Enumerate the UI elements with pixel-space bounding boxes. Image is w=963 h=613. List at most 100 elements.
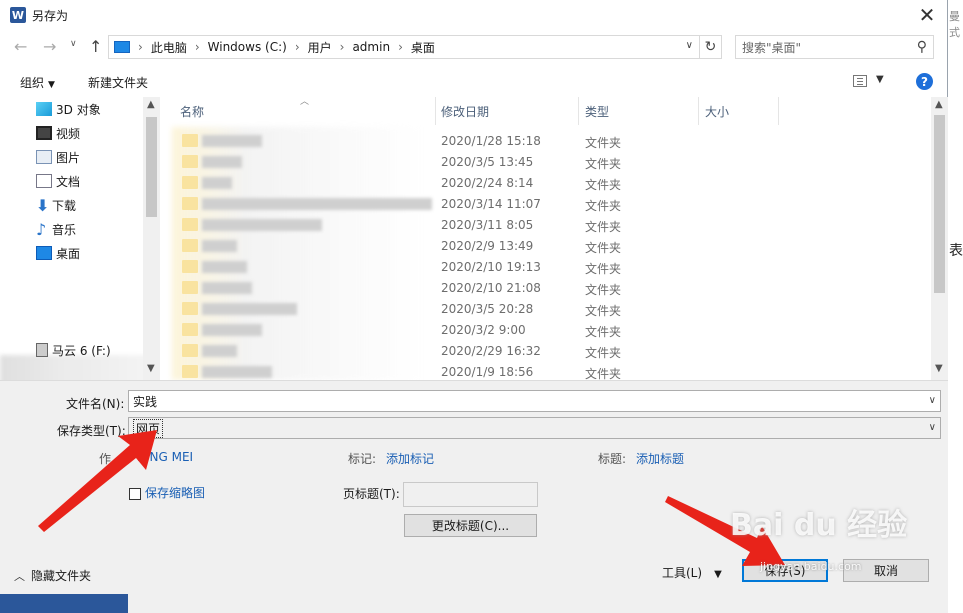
- column-header-name[interactable]: 名称: [180, 97, 204, 125]
- table-row[interactable]: 2020/3/2 9:00 文件夹: [162, 320, 932, 341]
- sidebar-scrollbar[interactable]: ▲ ▼: [143, 97, 160, 380]
- author-value[interactable]: NING MEI: [137, 450, 193, 464]
- navigation-bar: ← → ∨ ↑ › 此电脑 › Windows (C:) › 用户 › admi…: [0, 33, 948, 61]
- close-button[interactable]: ✕: [912, 2, 942, 28]
- caret-down-icon[interactable]: ▼: [876, 74, 884, 85]
- add-title-link[interactable]: 添加标题: [636, 450, 684, 467]
- row-date: 2020/1/28 15:18: [441, 134, 541, 148]
- table-row[interactable]: 2020/2/24 8:14 文件夹: [162, 173, 932, 194]
- change-title-button[interactable]: 更改标题(C)...: [404, 514, 537, 537]
- search-input[interactable]: 搜索"桌面" ⚲: [735, 35, 934, 59]
- scroll-down-icon[interactable]: ▼: [935, 363, 943, 374]
- redacted-filename: [202, 240, 237, 252]
- scroll-down-icon[interactable]: ▼: [147, 363, 155, 374]
- filename-field[interactable]: 实践 ∨: [128, 390, 941, 412]
- hide-folders-toggle[interactable]: ︿ 隐藏文件夹: [14, 567, 91, 584]
- folder-icon: [182, 365, 198, 378]
- scrollbar-thumb[interactable]: [934, 115, 945, 293]
- scroll-up-icon[interactable]: ▲: [935, 99, 943, 110]
- pictures-icon: [36, 150, 52, 164]
- background-window-edge: 曼式 表: [949, 0, 963, 613]
- new-folder-button[interactable]: 新建文件夹: [88, 74, 148, 91]
- table-row[interactable]: 2020/2/10 19:13 文件夹: [162, 257, 932, 278]
- redacted-filename: [202, 303, 297, 315]
- address-bar[interactable]: › 此电脑 › Windows (C:) › 用户 › admin › 桌面 ∨: [108, 35, 700, 59]
- chevron-up-icon: ︿: [14, 569, 25, 583]
- sidebar-item-drive-f[interactable]: 马云 6 (F:): [36, 340, 111, 360]
- this-pc-icon: [114, 41, 130, 53]
- chevron-down-icon[interactable]: ∨: [929, 422, 936, 433]
- sidebar-item-music[interactable]: ♪ 音乐: [36, 219, 76, 239]
- table-row[interactable]: 2020/1/9 18:56 文件夹: [162, 362, 932, 380]
- row-type: 文件夹: [585, 325, 622, 339]
- breadcrumb-admin[interactable]: admin: [352, 40, 390, 54]
- up-arrow-icon[interactable]: ↑: [89, 37, 102, 56]
- word-app-icon: W: [10, 7, 26, 23]
- view-options-icon[interactable]: [853, 75, 867, 87]
- table-row[interactable]: 2020/3/5 20:28 文件夹: [162, 299, 932, 320]
- row-date: 2020/2/9 13:49: [441, 239, 534, 253]
- column-header-date[interactable]: 修改日期: [441, 97, 489, 125]
- chevron-right-icon[interactable]: ›: [398, 40, 403, 54]
- add-tags-link[interactable]: 添加标记: [386, 450, 434, 467]
- sidebar-item-3d-objects[interactable]: 3D 对象: [36, 99, 101, 119]
- column-divider[interactable]: [435, 97, 436, 125]
- download-icon: ⬇: [36, 195, 50, 215]
- help-icon[interactable]: ?: [916, 73, 933, 90]
- recent-locations-icon[interactable]: ∨: [70, 39, 77, 49]
- sidebar-item-label: 马云 6 (F:): [52, 343, 111, 358]
- sidebar-item-documents[interactable]: 文档: [36, 171, 80, 191]
- sidebar-item-pictures[interactable]: 图片: [36, 147, 80, 167]
- sidebar-item-downloads[interactable]: ⬇ 下载: [36, 195, 76, 215]
- redacted-filename: [202, 345, 237, 357]
- chevron-right-icon[interactable]: ›: [340, 40, 345, 54]
- breadcrumb-c-drive[interactable]: Windows (C:): [208, 40, 287, 54]
- scroll-up-icon[interactable]: ▲: [147, 99, 155, 110]
- table-row[interactable]: 2020/2/10 21:08 文件夹: [162, 278, 932, 299]
- folder-icon: [182, 155, 198, 168]
- row-date: 2020/2/29 16:32: [441, 344, 541, 358]
- folder-icon: [182, 239, 198, 252]
- page-title-label: 页标题(T):: [343, 487, 400, 501]
- column-header-size[interactable]: 大小: [705, 97, 729, 125]
- column-divider[interactable]: [778, 97, 779, 125]
- save-thumbnail-label[interactable]: 保存缩略图: [145, 484, 205, 501]
- back-arrow-icon[interactable]: ←: [14, 37, 27, 56]
- organize-menu-button[interactable]: 组织 ▼: [20, 74, 55, 91]
- chevron-down-icon[interactable]: ∨: [929, 395, 936, 406]
- table-row[interactable]: 2020/1/28 15:18 文件夹: [162, 131, 932, 152]
- table-row[interactable]: 2020/3/14 11:07 文件夹: [162, 194, 932, 215]
- breadcrumb-users[interactable]: 用户: [308, 39, 332, 56]
- table-row[interactable]: 2020/2/9 13:49 文件夹: [162, 236, 932, 257]
- filetype-select[interactable]: 网页 ∨: [128, 417, 941, 439]
- save-thumbnail-checkbox[interactable]: [129, 488, 141, 500]
- search-icon: ⚲: [916, 39, 927, 55]
- background-text: 曼式: [949, 10, 960, 39]
- authors-label: 作: [99, 452, 112, 466]
- sidebar-item-label: 下载: [52, 198, 77, 213]
- table-row[interactable]: 2020/2/29 16:32 文件夹: [162, 341, 932, 362]
- tools-menu-button[interactable]: 工具(L) ▼: [662, 564, 722, 581]
- row-date: 2020/3/14 11:07: [441, 197, 541, 211]
- folder-icon: [182, 197, 198, 210]
- chevron-right-icon[interactable]: ›: [295, 40, 300, 54]
- chevron-right-icon[interactable]: ›: [195, 40, 200, 54]
- table-row[interactable]: 2020/3/11 8:05 文件夹: [162, 215, 932, 236]
- dialog-title: 另存为: [32, 8, 69, 23]
- column-header-type[interactable]: 类型: [585, 97, 609, 125]
- chevron-right-icon[interactable]: ›: [138, 40, 143, 54]
- sidebar-item-videos[interactable]: 视频: [36, 123, 80, 143]
- chevron-down-icon[interactable]: ∨: [686, 40, 693, 51]
- column-divider[interactable]: [578, 97, 579, 125]
- breadcrumb-desktop[interactable]: 桌面: [411, 39, 435, 56]
- scrollbar-thumb[interactable]: [146, 117, 157, 217]
- forward-arrow-icon[interactable]: →: [43, 37, 56, 56]
- refresh-button[interactable]: ↻: [700, 35, 722, 59]
- row-date: 2020/1/9 18:56: [441, 365, 534, 379]
- row-date: 2020/2/24 8:14: [441, 176, 534, 190]
- table-row[interactable]: 2020/3/5 13:45 文件夹: [162, 152, 932, 173]
- file-list-scrollbar[interactable]: ▲ ▼: [931, 97, 948, 380]
- breadcrumb-this-pc[interactable]: 此电脑: [151, 39, 187, 56]
- column-divider[interactable]: [698, 97, 699, 125]
- sidebar-item-desktop[interactable]: 桌面: [36, 243, 80, 263]
